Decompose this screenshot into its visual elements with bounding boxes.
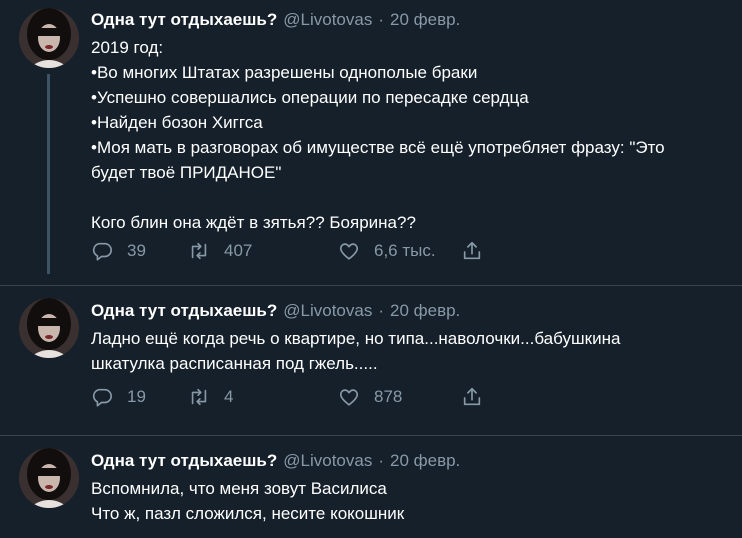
display-name[interactable]: Одна тут отдыхаешь? [91, 451, 277, 470]
like-button[interactable]: 878 [338, 384, 402, 410]
heart-icon [338, 240, 360, 262]
tweet[interactable]: Одна тут отдыхаешь? @Livotovas · 20 февр. 2… [0, 0, 742, 285]
share-button[interactable] [461, 238, 483, 264]
share-button[interactable] [461, 384, 483, 410]
tweet-text-line: •Во многих Штатах разрешены однополые бр… [91, 63, 478, 82]
avatar[interactable] [19, 448, 79, 508]
share-icon [461, 386, 483, 408]
retweet-button[interactable]: 407 [188, 238, 252, 264]
display-name[interactable]: Одна тут отдыхаешь? [91, 10, 277, 29]
tweet-date[interactable]: 20 февр. [390, 451, 460, 470]
like-count: 6,6 тыс. [374, 241, 436, 260]
tweet-text-line: будет твоё ПРИДАНОЕ" [91, 163, 282, 182]
display-name[interactable]: Одна тут отдыхаешь? [91, 301, 277, 320]
tweet-content: Одна тут отдыхаешь? @Livotovas · 20 февр. Л… [91, 300, 722, 376]
tweet[interactable]: Одна тут отдыхаешь? @Livotovas · 20 февр. В… [0, 435, 742, 538]
avatar[interactable] [19, 298, 79, 358]
tweet-date[interactable]: 20 февр. [390, 10, 460, 29]
thread-line [47, 74, 50, 274]
avatar[interactable] [19, 8, 79, 68]
tweet-header: Одна тут отдыхаешь? @Livotovas · 20 февр. [91, 450, 722, 472]
username[interactable]: @Livotovas [283, 301, 372, 320]
separator-dot: · [378, 451, 384, 470]
tweet-text-line: 2019 год: [91, 38, 164, 57]
tweet-thread: Одна тут отдыхаешь? @Livotovas · 20 февр. 2… [0, 0, 742, 538]
reply-icon [91, 386, 113, 408]
retweet-icon [188, 240, 210, 262]
tweet-text: 2019 год: •Во многих Штатах разрешены од… [91, 35, 722, 235]
separator-dot: · [378, 10, 384, 29]
tweet-content: Одна тут отдыхаешь? @Livotovas · 20 февр. 2… [91, 9, 722, 235]
tweet-date[interactable]: 20 февр. [390, 301, 460, 320]
tweet-actions: 19 4 878 [91, 384, 511, 410]
separator-dot: · [378, 301, 384, 320]
tweet-text-line: шкатулка расписанная под гжель..... [91, 354, 378, 373]
like-button[interactable]: 6,6 тыс. [338, 238, 436, 264]
retweet-count: 4 [224, 387, 234, 406]
username[interactable]: @Livotovas [283, 10, 372, 29]
tweet[interactable]: Одна тут отдыхаешь? @Livotovas · 20 февр. Л… [0, 285, 742, 435]
tweet-text: Ладно ещё когда речь о квартире, но типа… [91, 326, 722, 376]
heart-icon [338, 386, 360, 408]
retweet-count: 407 [224, 241, 253, 260]
tweet-text-line: Ладно ещё когда речь о квартире, но типа… [91, 329, 621, 348]
retweet-icon [188, 386, 210, 408]
tweet-text-line: •Найден бозон Хиггса [91, 113, 263, 132]
share-icon [461, 240, 483, 262]
tweet-text-line [91, 185, 722, 210]
tweet-header: Одна тут отдыхаешь? @Livotovas · 20 февр. [91, 300, 722, 322]
tweet-text-line: Кого блин она ждёт в зятья?? Боярина?? [91, 213, 416, 232]
username[interactable]: @Livotovas [283, 451, 372, 470]
reply-button[interactable]: 19 [91, 384, 146, 410]
tweet-text-line: •Моя мать в разговорах об имуществе всё … [91, 138, 665, 157]
reply-count: 39 [127, 241, 146, 260]
reply-icon [91, 240, 113, 262]
tweet-actions: 39 407 6,6 тыс. [91, 238, 511, 264]
tweet-text: Вспомнила, что меня зовут Василиса Что ж… [91, 476, 722, 526]
tweet-header: Одна тут отдыхаешь? @Livotovas · 20 февр. [91, 9, 722, 31]
like-count: 878 [374, 387, 403, 406]
reply-count: 19 [127, 387, 146, 406]
tweet-text-line: •Успешно совершались операции по пересад… [91, 88, 529, 107]
retweet-button[interactable]: 4 [188, 384, 233, 410]
tweet-text-line: Что ж, пазл сложился, несите кокошник [91, 504, 405, 523]
tweet-text-line: Вспомнила, что меня зовут Василиса [91, 479, 387, 498]
tweet-content: Одна тут отдыхаешь? @Livotovas · 20 февр. В… [91, 450, 722, 526]
reply-button[interactable]: 39 [91, 238, 146, 264]
